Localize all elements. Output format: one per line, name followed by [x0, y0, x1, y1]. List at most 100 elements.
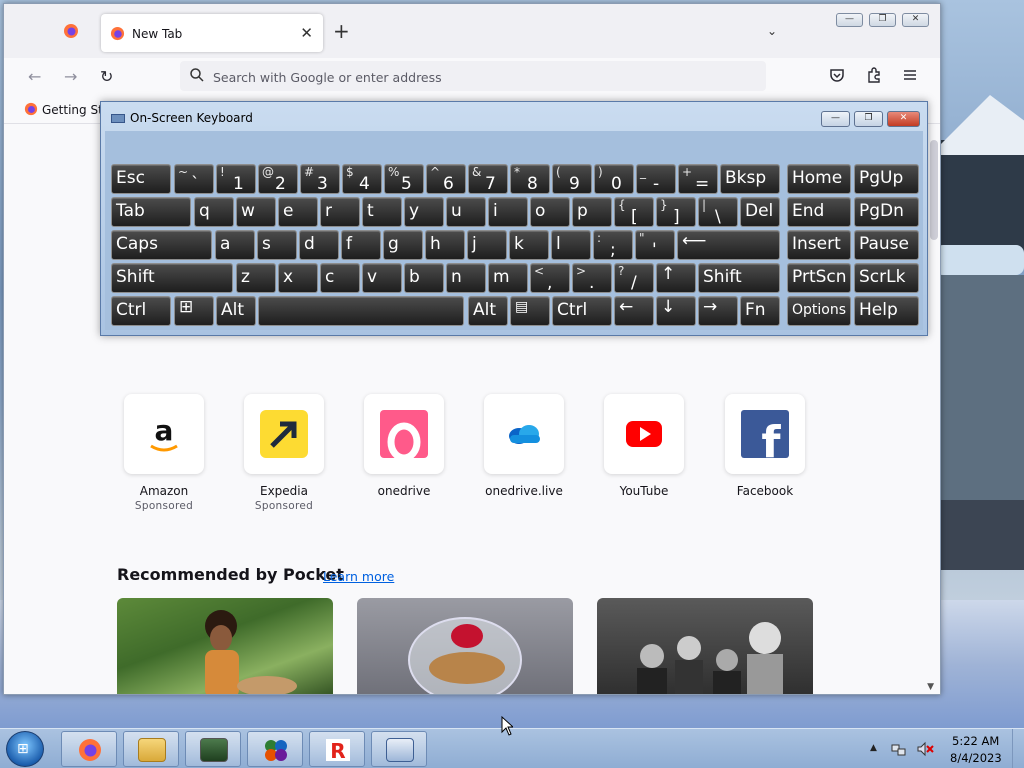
- top-site-expedia[interactable]: Expedia Sponsored: [234, 394, 334, 512]
- key-g[interactable]: g: [383, 230, 423, 260]
- key-5[interactable]: % 5: [384, 164, 424, 194]
- pocket-card-sesame-street[interactable]: [597, 598, 813, 694]
- pocket-icon[interactable]: [829, 67, 845, 83]
- key-tab[interactable]: Tab: [111, 197, 191, 227]
- key-k[interactable]: k: [509, 230, 549, 260]
- key-alt-right[interactable]: Alt: [468, 296, 508, 326]
- key-f[interactable]: f: [341, 230, 381, 260]
- volume-muted-icon[interactable]: [916, 741, 934, 757]
- key-c[interactable]: c: [320, 263, 360, 293]
- key-comma[interactable]: <,: [530, 263, 570, 293]
- back-arrow-icon[interactable]: ←: [28, 67, 41, 86]
- key-pause[interactable]: Pause: [854, 230, 919, 260]
- new-tab-button[interactable]: +: [333, 21, 350, 41]
- key-alt-left[interactable]: Alt: [216, 296, 256, 326]
- key-z[interactable]: z: [236, 263, 276, 293]
- list-all-tabs-chevron-icon[interactable]: ⌄: [767, 24, 777, 38]
- key-right-bracket[interactable]: }]: [656, 197, 696, 227]
- key-1[interactable]: ! 1: [216, 164, 256, 194]
- key-e[interactable]: e: [278, 197, 318, 227]
- top-site-amazon[interactable]: a Amazon Sponsored: [114, 394, 214, 512]
- key-slash[interactable]: ? /: [614, 263, 654, 293]
- key-insert[interactable]: Insert: [787, 230, 851, 260]
- key-scrlk[interactable]: ScrLk: [854, 263, 919, 293]
- key-backslash[interactable]: | \: [698, 197, 738, 227]
- key-right-arrow[interactable]: →: [698, 296, 738, 326]
- key-7[interactable]: & 7: [468, 164, 508, 194]
- key-delete[interactable]: Del: [740, 197, 780, 227]
- taskbar-on-screen-keyboard[interactable]: [371, 731, 427, 767]
- top-site-youtube[interactable]: YouTube: [594, 394, 694, 498]
- key-6[interactable]: ^ 6: [426, 164, 466, 194]
- key-j[interactable]: j: [467, 230, 507, 260]
- key-prtscn[interactable]: PrtScn: [787, 263, 851, 293]
- key-windows[interactable]: ⊞: [174, 296, 214, 326]
- network-icon[interactable]: [891, 742, 907, 758]
- page-scrollbar[interactable]: [930, 140, 938, 240]
- taskbar-file-explorer[interactable]: [123, 731, 179, 767]
- key-pgdn[interactable]: PgDn: [854, 197, 919, 227]
- taskbar-roblox[interactable]: R: [309, 731, 365, 767]
- taskbar-firefox[interactable]: [61, 731, 117, 767]
- key-up-arrow[interactable]: ↑: [656, 263, 696, 293]
- taskbar-system-monitor[interactable]: [185, 731, 241, 767]
- key-minus[interactable]: _ -: [636, 164, 676, 194]
- learn-more-link[interactable]: Learn more: [323, 569, 394, 584]
- show-desktop-button[interactable]: [1012, 729, 1024, 768]
- key-t[interactable]: t: [362, 197, 402, 227]
- key-9[interactable]: (9: [552, 164, 592, 194]
- scroll-down-chevron-icon[interactable]: ▼: [927, 682, 934, 692]
- key-home[interactable]: Home: [787, 164, 851, 194]
- key-esc[interactable]: Esc: [111, 164, 171, 194]
- key-ctrl-right[interactable]: Ctrl: [552, 296, 612, 326]
- key-i[interactable]: i: [488, 197, 528, 227]
- key-down-arrow[interactable]: ↓: [656, 296, 696, 326]
- key-u[interactable]: u: [446, 197, 486, 227]
- key-shift-right[interactable]: Shift: [698, 263, 780, 293]
- taskbar-office[interactable]: [247, 731, 303, 767]
- key-shift-left[interactable]: Shift: [111, 263, 233, 293]
- key-m[interactable]: m: [488, 263, 528, 293]
- key-tilde[interactable]: ~ `: [174, 164, 214, 194]
- key-p[interactable]: p: [572, 197, 612, 227]
- clock-time[interactable]: 5:22 AM: [952, 734, 999, 748]
- tab-close-icon[interactable]: ✕: [300, 24, 313, 42]
- top-site-onedrive[interactable]: onedrive: [354, 394, 454, 498]
- key-period[interactable]: >.: [572, 263, 612, 293]
- key-q[interactable]: q: [194, 197, 234, 227]
- show-hidden-icons-chevron-icon[interactable]: ▲: [870, 743, 877, 753]
- key-b[interactable]: b: [404, 263, 444, 293]
- key-d[interactable]: d: [299, 230, 339, 260]
- key-4[interactable]: $4: [342, 164, 382, 194]
- start-button[interactable]: ⊞: [6, 731, 44, 767]
- key-v[interactable]: v: [362, 263, 402, 293]
- key-options[interactable]: Options: [787, 296, 851, 326]
- key-quote[interactable]: " ': [635, 230, 675, 260]
- reload-icon[interactable]: ↻: [100, 67, 113, 86]
- firefox-icon[interactable]: [63, 23, 79, 39]
- minimize-button[interactable]: —: [836, 13, 863, 27]
- clock-date[interactable]: 8/4/2023: [950, 751, 1002, 765]
- extensions-puzzle-icon[interactable]: [866, 67, 882, 83]
- pocket-card-piggy-bank[interactable]: [357, 598, 573, 694]
- key-2[interactable]: @2: [258, 164, 298, 194]
- key-a[interactable]: a: [215, 230, 255, 260]
- top-site-facebook[interactable]: f Facebook: [715, 394, 815, 498]
- key-left-arrow[interactable]: ←: [614, 296, 654, 326]
- key-semicolon[interactable]: :;: [593, 230, 633, 260]
- pocket-card-garden[interactable]: [117, 598, 333, 694]
- maximize-button[interactable]: ❐: [869, 13, 896, 27]
- key-help[interactable]: Help: [854, 296, 919, 326]
- osk-close-button[interactable]: ✕: [887, 111, 920, 127]
- hamburger-menu-icon[interactable]: [902, 67, 918, 83]
- key-backspace[interactable]: Bksp: [720, 164, 780, 194]
- tab-new-tab[interactable]: New Tab ✕: [101, 14, 323, 52]
- key-l[interactable]: l: [551, 230, 591, 260]
- key-fn[interactable]: Fn: [740, 296, 780, 326]
- address-bar[interactable]: Search with Google or enter address: [180, 61, 766, 91]
- key-end[interactable]: End: [787, 197, 851, 227]
- key-menu[interactable]: ▤: [510, 296, 550, 326]
- key-space[interactable]: [258, 296, 464, 326]
- key-equals[interactable]: + =: [678, 164, 718, 194]
- osk-minimize-button[interactable]: —: [821, 111, 850, 127]
